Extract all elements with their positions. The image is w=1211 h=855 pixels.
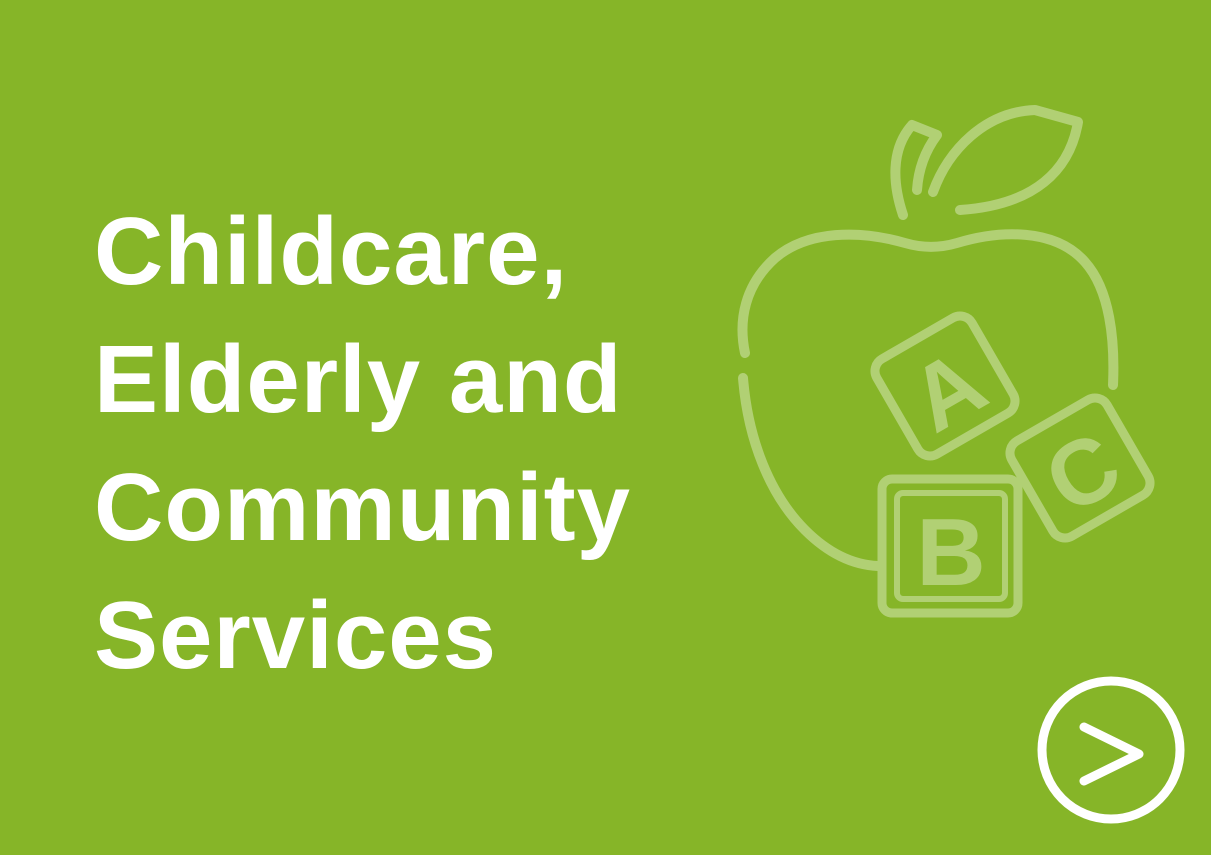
apple-abc-blocks-icon: A C B xyxy=(737,105,1155,618)
service-tile[interactable]: Childcare, Elderly and Community Service… xyxy=(0,0,1211,855)
apple-leaf xyxy=(928,105,1083,215)
tile-title: Childcare, Elderly and Community Service… xyxy=(94,188,631,700)
title-line: Services xyxy=(94,582,498,689)
block-a: A xyxy=(870,311,1020,461)
next-button[interactable] xyxy=(1036,675,1186,825)
apple-stem xyxy=(890,120,942,220)
apple-body-lower xyxy=(738,373,883,571)
title-line: Elderly and xyxy=(94,326,623,433)
title-line: Childcare, xyxy=(94,198,569,305)
block-b: B xyxy=(877,474,1023,618)
chevron-right-icon xyxy=(1079,722,1144,786)
title-line: Community xyxy=(94,454,631,561)
block-letter-b: B xyxy=(916,499,985,606)
block-c: C xyxy=(1005,393,1155,543)
